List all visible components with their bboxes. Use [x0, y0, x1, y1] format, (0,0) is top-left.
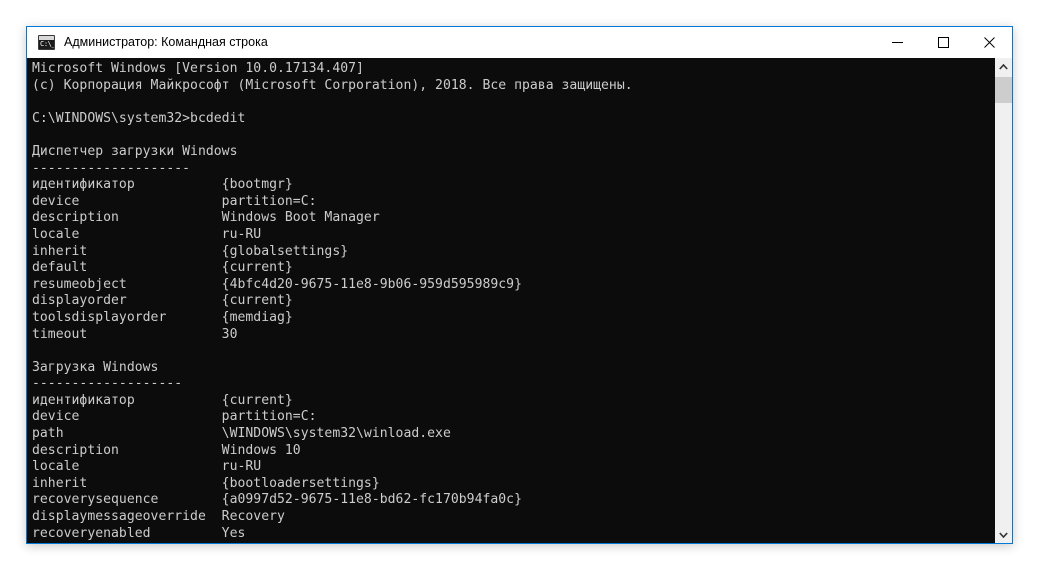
scrollbar-track[interactable]: [995, 75, 1012, 526]
maximize-icon: [938, 37, 949, 48]
close-button[interactable]: [966, 27, 1012, 58]
scroll-up-arrow[interactable]: [995, 58, 1012, 75]
title-bar-left: C:\_ Администратор: Командная строка: [27, 27, 874, 58]
close-icon: [984, 37, 995, 48]
minimize-icon: [892, 37, 903, 48]
minimize-button[interactable]: [874, 27, 920, 58]
window-title: Администратор: Командная строка: [64, 27, 268, 58]
scroll-down-arrow[interactable]: [995, 526, 1012, 543]
maximize-button[interactable]: [920, 27, 966, 58]
cmd-icon: C:\_: [38, 35, 55, 50]
console-output[interactable]: Microsoft Windows [Version 10.0.17134.40…: [27, 58, 994, 543]
scroll-thumb[interactable]: [995, 77, 1012, 103]
vertical-scrollbar[interactable]: [994, 58, 1012, 543]
command-prompt-window[interactable]: C:\_ Администратор: Командная строка: [26, 26, 1013, 544]
window-controls: [874, 27, 1012, 58]
chevron-down-icon: [999, 532, 1008, 538]
cmd-icon-prompt-text: C:\_: [40, 40, 55, 49]
chevron-up-icon: [999, 64, 1008, 70]
title-bar[interactable]: C:\_ Администратор: Командная строка: [27, 27, 1012, 58]
console-area[interactable]: Microsoft Windows [Version 10.0.17134.40…: [27, 58, 1012, 543]
